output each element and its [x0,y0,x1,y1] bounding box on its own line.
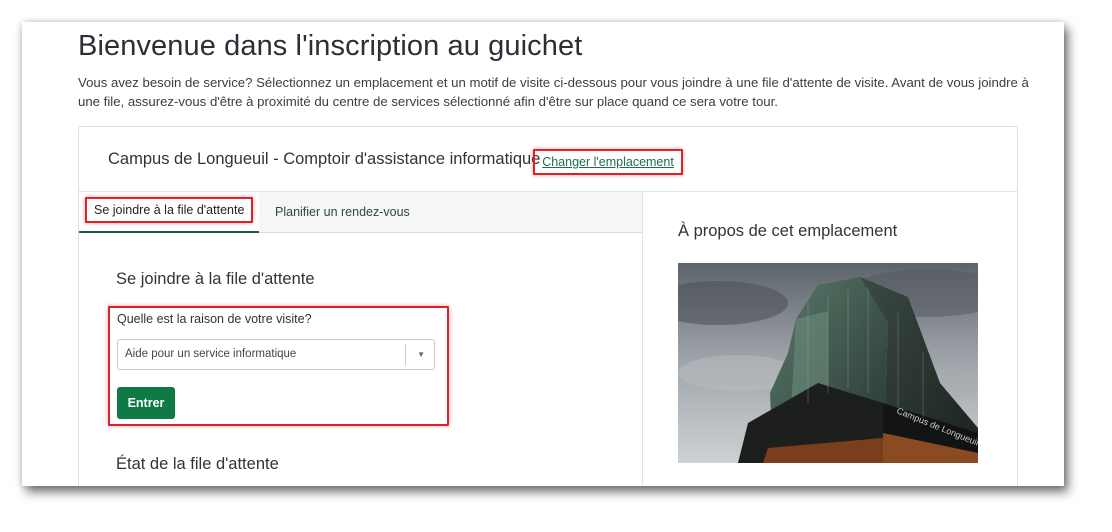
page-title: Bienvenue dans l'inscription au guichet [78,30,583,62]
visit-reason-value: Aide pour un service informatique [125,348,297,360]
intro-text: Vous avez besoin de service? Sélectionne… [78,75,1029,109]
select-divider [405,344,406,365]
tab-bar: Se joindre à la file d'attente Planifier… [79,192,642,233]
visit-reason-label: Quelle est la raison de votre visite? [117,312,312,326]
enter-button[interactable]: Entrer [117,387,175,419]
visit-reason-form: Quelle est la raison de votre visite? Ai… [108,306,449,426]
location-card: Campus de Longueuil - Comptoir d'assista… [78,126,1018,486]
app-window: Bienvenue dans l'inscription au guichet … [22,22,1064,486]
chevron-down-icon: ▼ [417,350,425,359]
tab-join-queue[interactable]: Se joindre à la file d'attente [79,192,259,233]
visit-reason-select[interactable]: Aide pour un service informatique ▼ [117,339,435,370]
location-photo: Campus de Longueuil [678,263,978,463]
about-location-heading: À propos de cet emplacement [678,222,898,240]
join-queue-heading: Se joindre à la file d'attente [116,270,315,288]
tab-schedule-appointment[interactable]: Planifier un rendez-vous [275,192,410,232]
tab-join-queue-label: Se joindre à la file d'attente [85,197,254,223]
location-name: Campus de Longueuil - Comptoir d'assista… [108,150,541,168]
queue-pane: Se joindre à la file d'attente Planifier… [79,192,643,486]
card-header: Campus de Longueuil - Comptoir d'assista… [79,127,1017,192]
change-location-link[interactable]: Changer l'emplacement [533,149,683,175]
queue-status-heading: État de la file d'attente [116,455,279,473]
